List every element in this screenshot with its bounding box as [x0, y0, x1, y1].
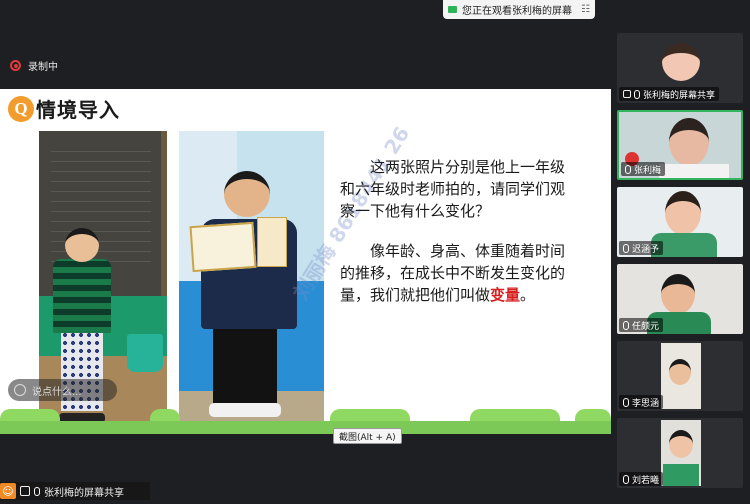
presenter-label: 张利梅的屏幕共享 [44, 487, 124, 499]
participant-name: 李思涵 [632, 398, 660, 409]
avatar [662, 43, 700, 81]
slide-title-text: 情境导入 [36, 100, 120, 122]
screen-share-banner[interactable]: 您正在观看张利梅的屏幕 ☷ [443, 0, 595, 19]
mic-icon [625, 164, 631, 174]
screenshot-tooltip: 截图(Alt + A) [333, 428, 402, 444]
paragraph-question: 这两张照片分别是他上一年级和六年级时老师拍的，请同学们观察一下他有什么变化？ [340, 160, 566, 220]
recording-indicator: 录制中 [10, 58, 58, 73]
slide-title: Q 情境导入 [8, 94, 120, 123]
mic-icon [623, 397, 629, 407]
participant-tile-student[interactable]: 任颇元 [617, 264, 743, 334]
participant-list: 张利梅的屏幕共享 张利梅 迟涵予 任颇元 李思涵 刘若曦 [617, 33, 743, 499]
user-icon: ☺ [0, 483, 16, 499]
participant-tile-screen-share[interactable]: 张利梅的屏幕共享 [617, 33, 743, 103]
chat-input[interactable]: 说点什么... [8, 379, 117, 401]
participant-name: 张利梅的屏幕共享 [643, 90, 716, 101]
screen-icon [623, 90, 631, 98]
mic-icon [34, 486, 40, 496]
shared-slide: Q 情境导入 刘丽梅 8618441 26 这两张照片分别是他上一年级和六年级时… [0, 89, 611, 434]
share-indicator-icon [448, 6, 457, 13]
emoji-icon[interactable] [14, 384, 26, 396]
participant-tile-student[interactable]: 刘若曦 [617, 418, 743, 488]
participant-name: 刘若曦 [632, 475, 660, 486]
mic-icon [634, 89, 640, 99]
definition-end: 。 [520, 288, 536, 304]
screen-share-banner-text: 您正在观看张利梅的屏幕 [462, 6, 572, 17]
mic-icon [623, 474, 629, 484]
participant-tile-student[interactable]: 迟涵予 [617, 187, 743, 257]
participant-name: 迟涵予 [632, 244, 660, 255]
participant-tile-teacher[interactable]: 张利梅 [617, 110, 743, 180]
participant-name: 任颇元 [632, 321, 660, 332]
meeting-window: 您正在观看张利梅的屏幕 ☷ 录制中 Q 情境导入 刘丽梅 8618441 26 … [0, 0, 750, 504]
participant-name: 张利梅 [634, 165, 662, 176]
mic-icon [623, 320, 629, 330]
paragraph-definition: 像年龄、身高、体重随着时间的推移，在成长中不断发生变化的量，我们就把他们叫做变量… [340, 241, 570, 307]
record-icon [10, 60, 21, 71]
keyword-variable: 变量 [490, 288, 521, 304]
participant-tile-student[interactable]: 李思涵 [617, 341, 743, 411]
chat-placeholder: 说点什么... [32, 386, 82, 398]
recording-label: 录制中 [28, 62, 58, 73]
screen-icon [20, 486, 30, 496]
banner-menu-icon[interactable]: ☷ [581, 4, 590, 15]
grass-decoration [0, 409, 611, 434]
q-badge-icon: Q [8, 95, 34, 122]
presenter-label-bar: ☺ 张利梅的屏幕共享 [0, 482, 150, 500]
mic-icon [623, 243, 629, 253]
slide-body-text: 这两张照片分别是他上一年级和六年级时老师拍的，请同学们观察一下他有什么变化？ 像… [340, 157, 570, 325]
